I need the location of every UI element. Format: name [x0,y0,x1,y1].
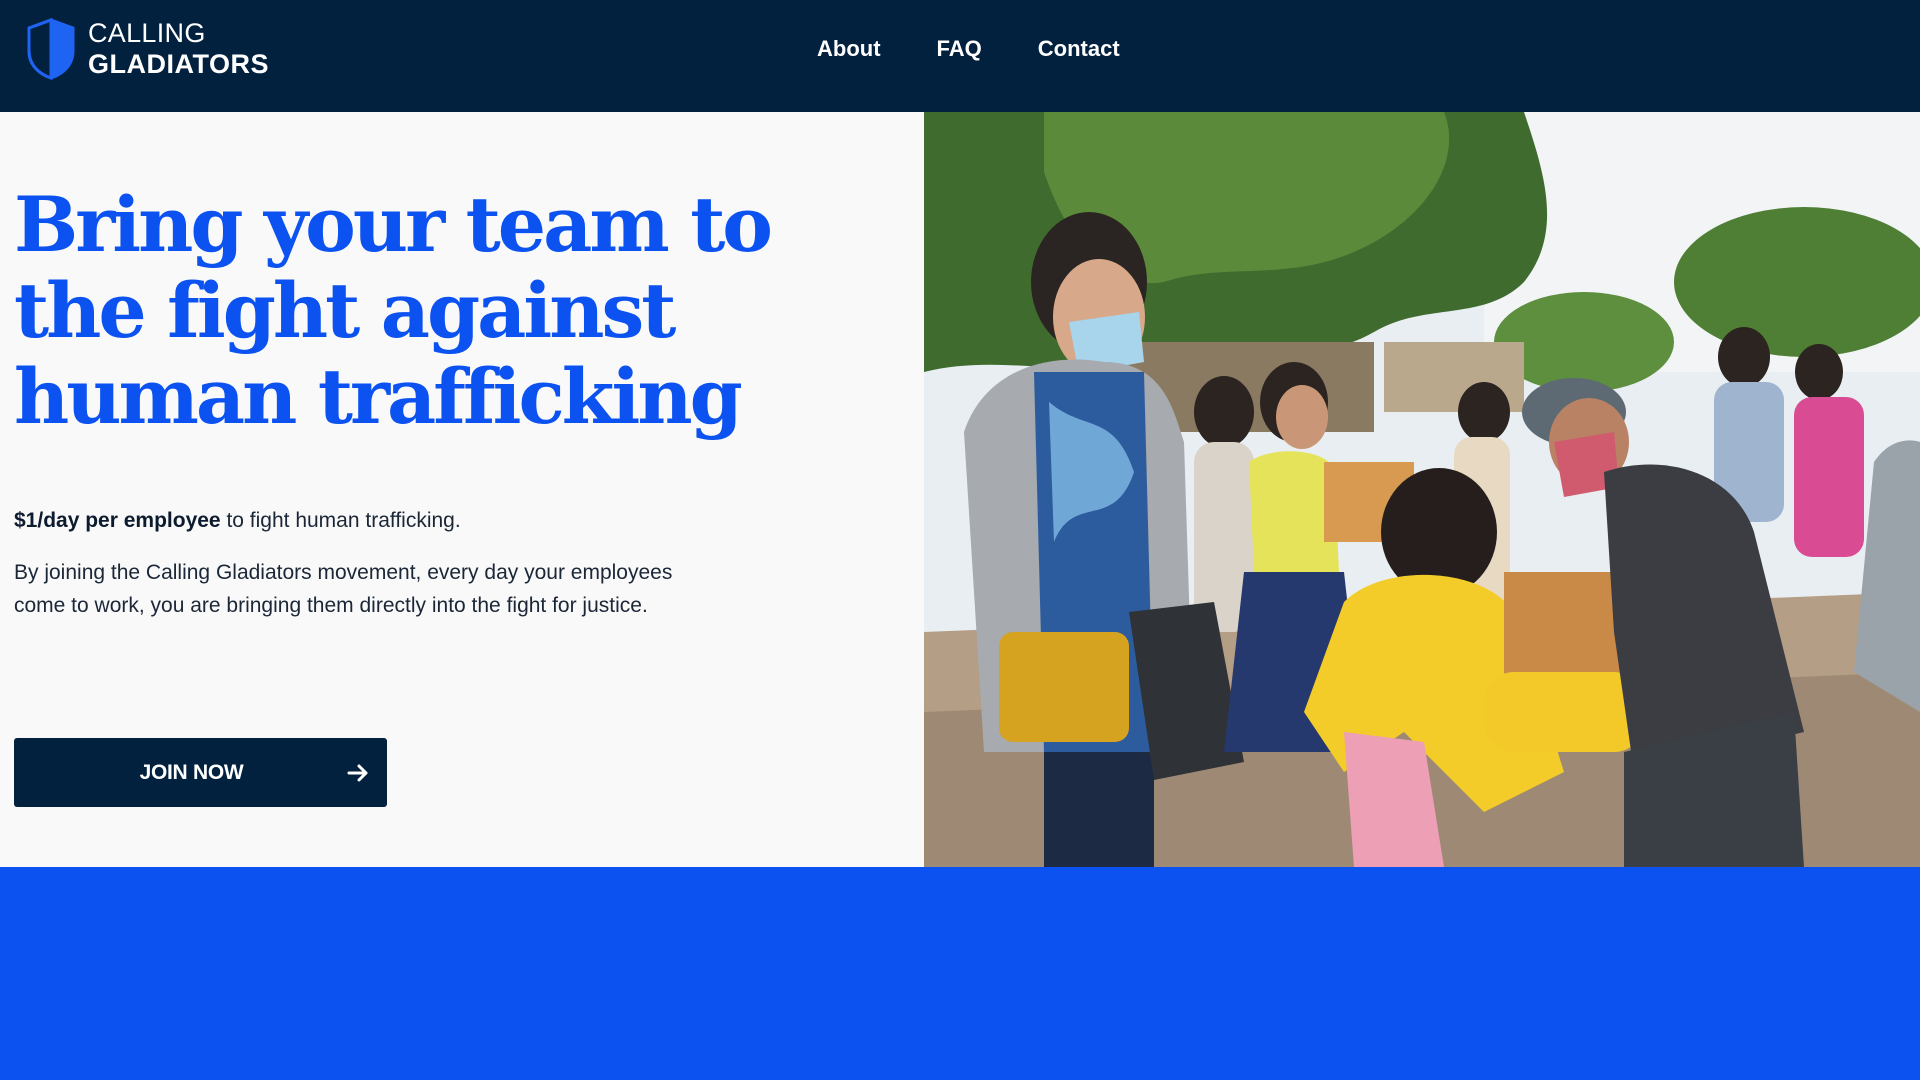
nav-link-contact[interactable]: Contact [1038,34,1120,64]
arrow-right-icon [347,764,368,782]
nav-link-faq[interactable]: FAQ [937,34,982,64]
hero-photo [924,112,1920,867]
join-now-button[interactable]: JOIN NOW [14,738,387,807]
hero-text-panel: Bring your team to the fight against hum… [0,112,924,867]
brand-line-calling: CALLING [88,18,206,48]
site-header: CALLING GLADIATORS About FAQ Contact [0,0,1920,112]
hero-tagline: $1/day per employee to fight human traff… [14,506,461,536]
hero-photo-illustration [924,112,1920,867]
brand-line-gladiators: GLADIATORS [88,49,270,79]
tagline-price: $1/day per employee [14,509,221,532]
tagline-rest: to fight human trafficking. [220,509,461,532]
shield-icon [27,18,75,80]
main-nav: About FAQ Contact [817,34,1120,64]
brand-logo-link[interactable]: CALLING GLADIATORS [26,18,269,80]
join-now-label: JOIN NOW [139,761,244,784]
hero-title: Bring your team to the fight against hum… [14,180,773,441]
blue-section-band [0,867,1920,1080]
brand-wordmark: CALLING GLADIATORS [88,20,269,78]
hero-intro-paragraph: By joining the Calling Gladiators moveme… [14,561,673,617]
nav-link-about[interactable]: About [817,34,881,64]
